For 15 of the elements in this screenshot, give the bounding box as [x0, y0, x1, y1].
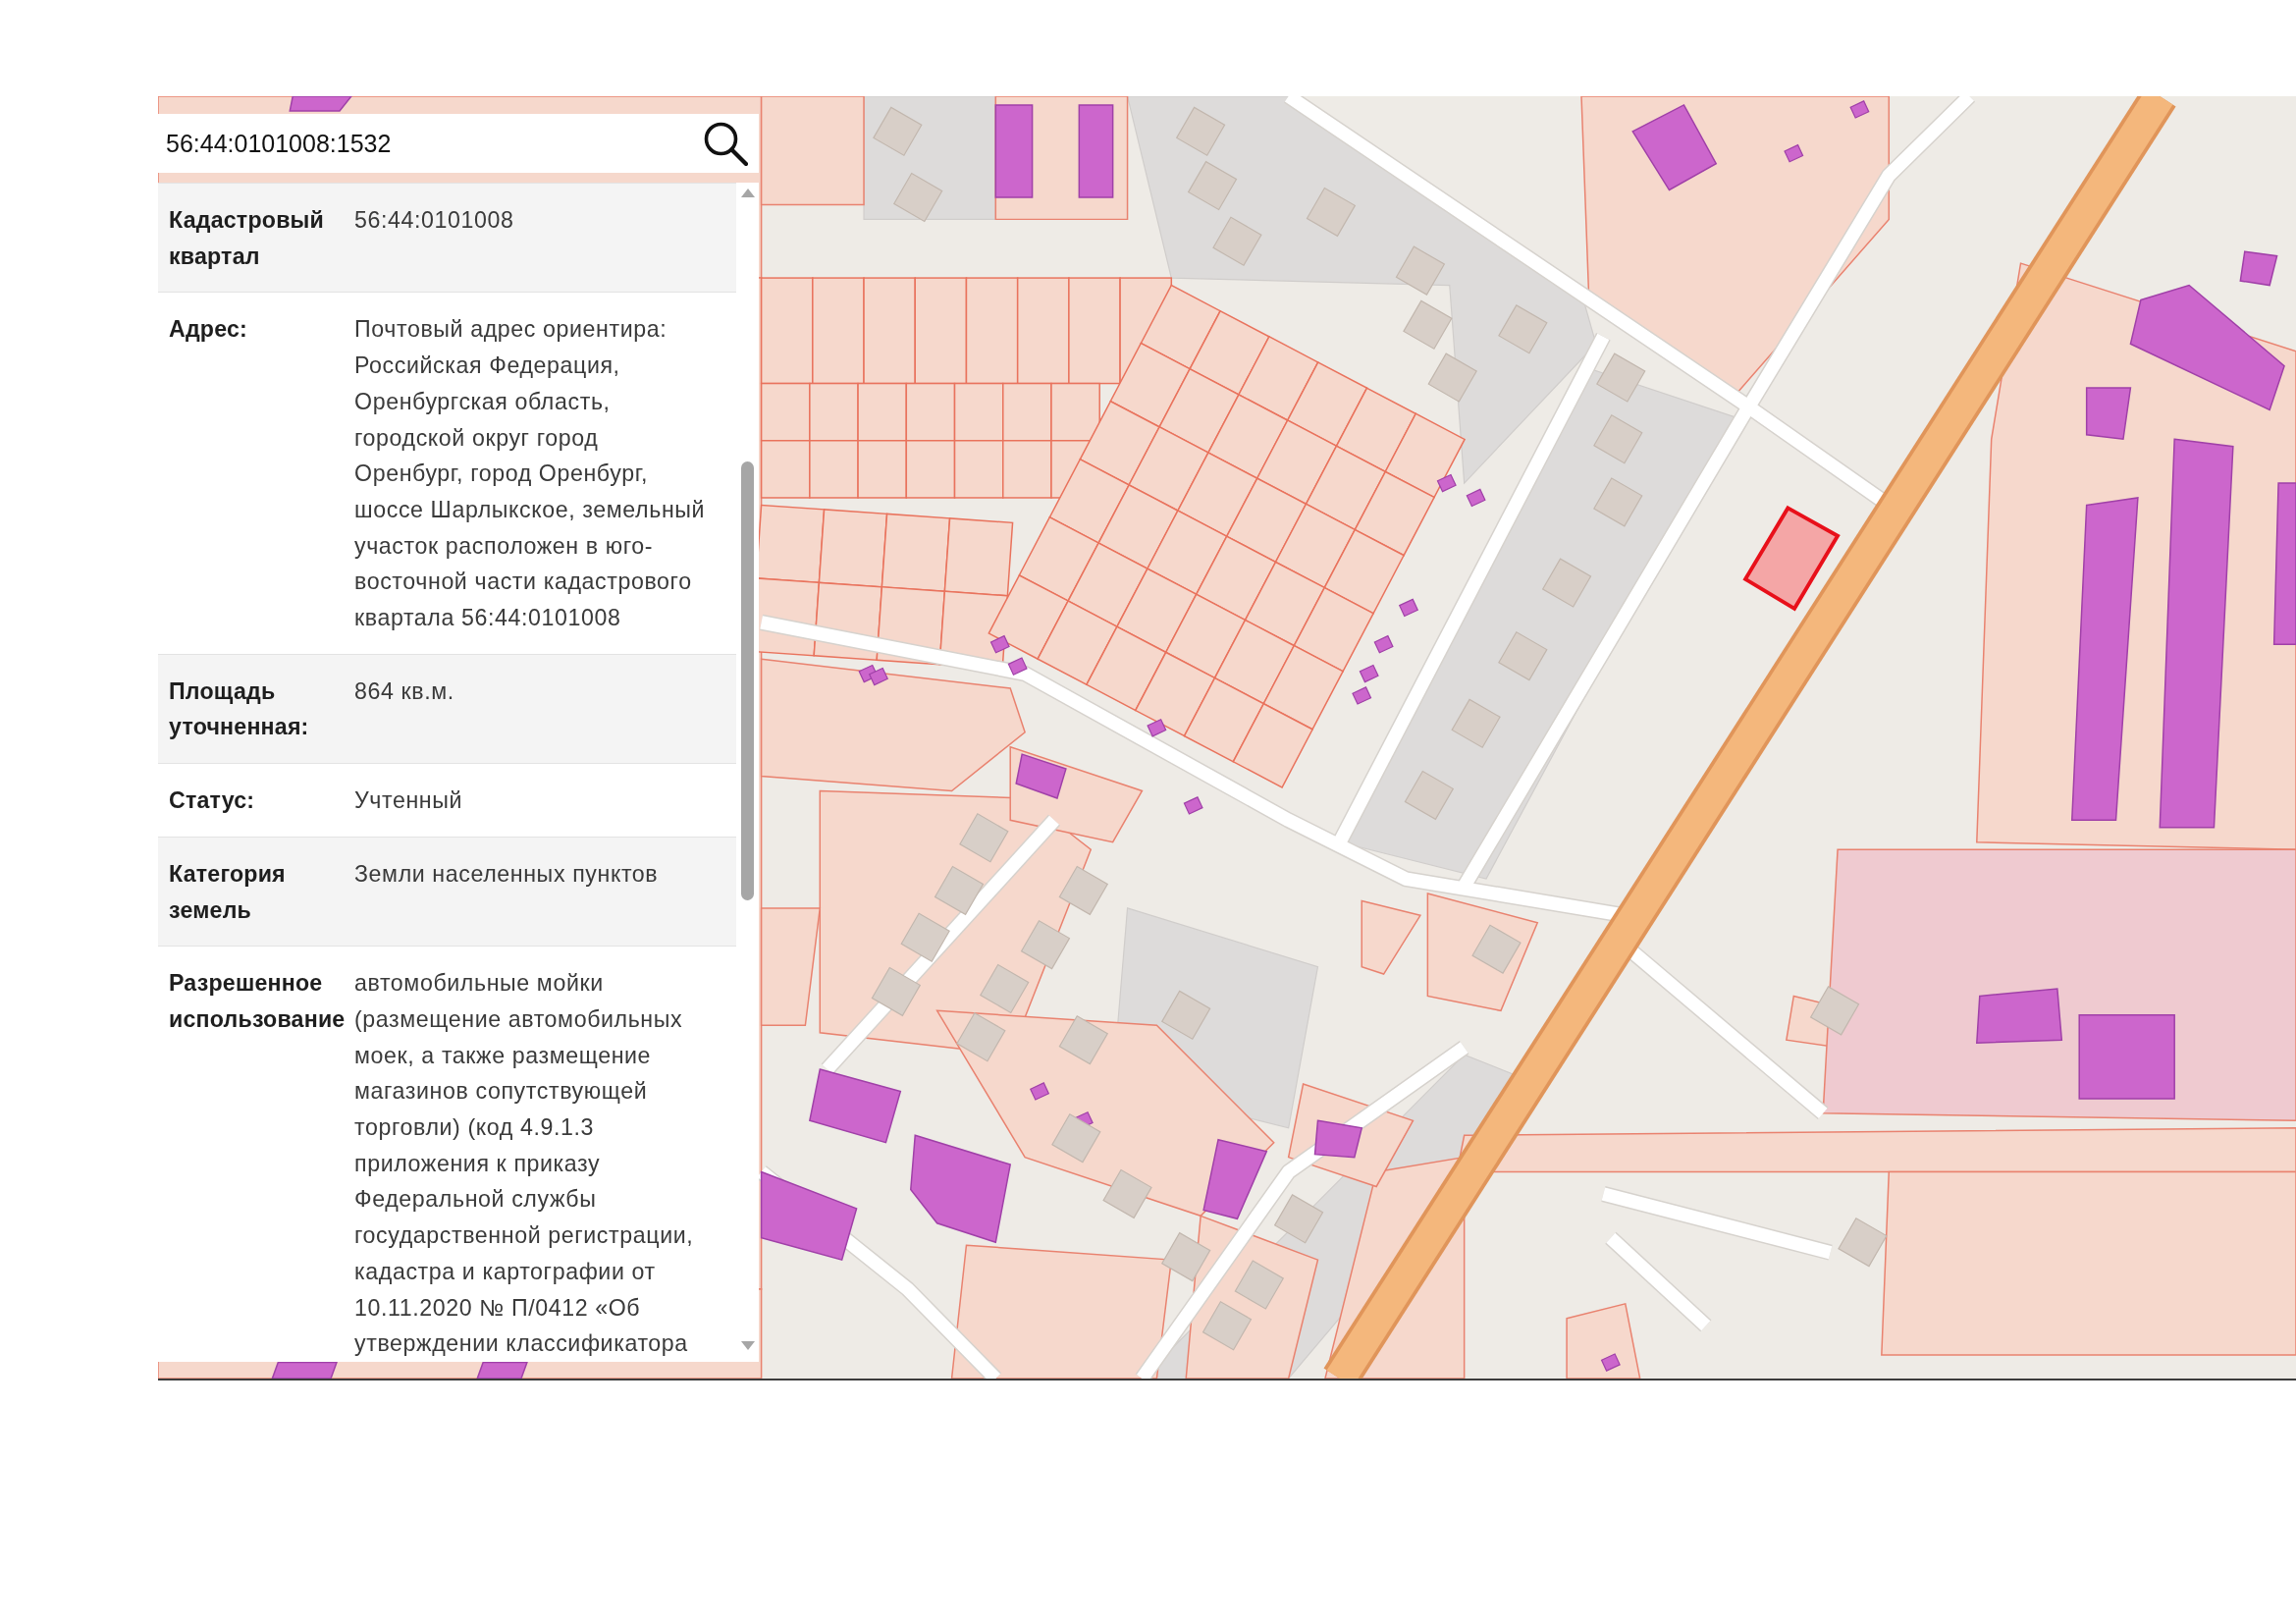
scroll-up-icon[interactable] [740, 189, 755, 197]
field-label: Адрес: [158, 292, 354, 655]
field-value: 56:44:0101008 [354, 183, 736, 293]
field-value: 864 кв.м. [354, 654, 736, 764]
field-value: Земли населенных пунктов [354, 837, 736, 947]
scroll-down-icon[interactable] [740, 1341, 755, 1350]
search-button[interactable] [692, 114, 759, 173]
search-field[interactable]: 56:44:0101008:1532 [158, 114, 692, 173]
field-label: Категория земель [158, 837, 354, 947]
field-label: Площадь уточненная: [158, 654, 354, 764]
search-icon[interactable] [703, 121, 748, 166]
field-label: Разрешенное использование [158, 946, 354, 1362]
scrollbar-thumb[interactable] [741, 461, 754, 900]
field-label: Кадастровый квартал [158, 183, 354, 293]
field-label: Статус: [158, 763, 354, 838]
